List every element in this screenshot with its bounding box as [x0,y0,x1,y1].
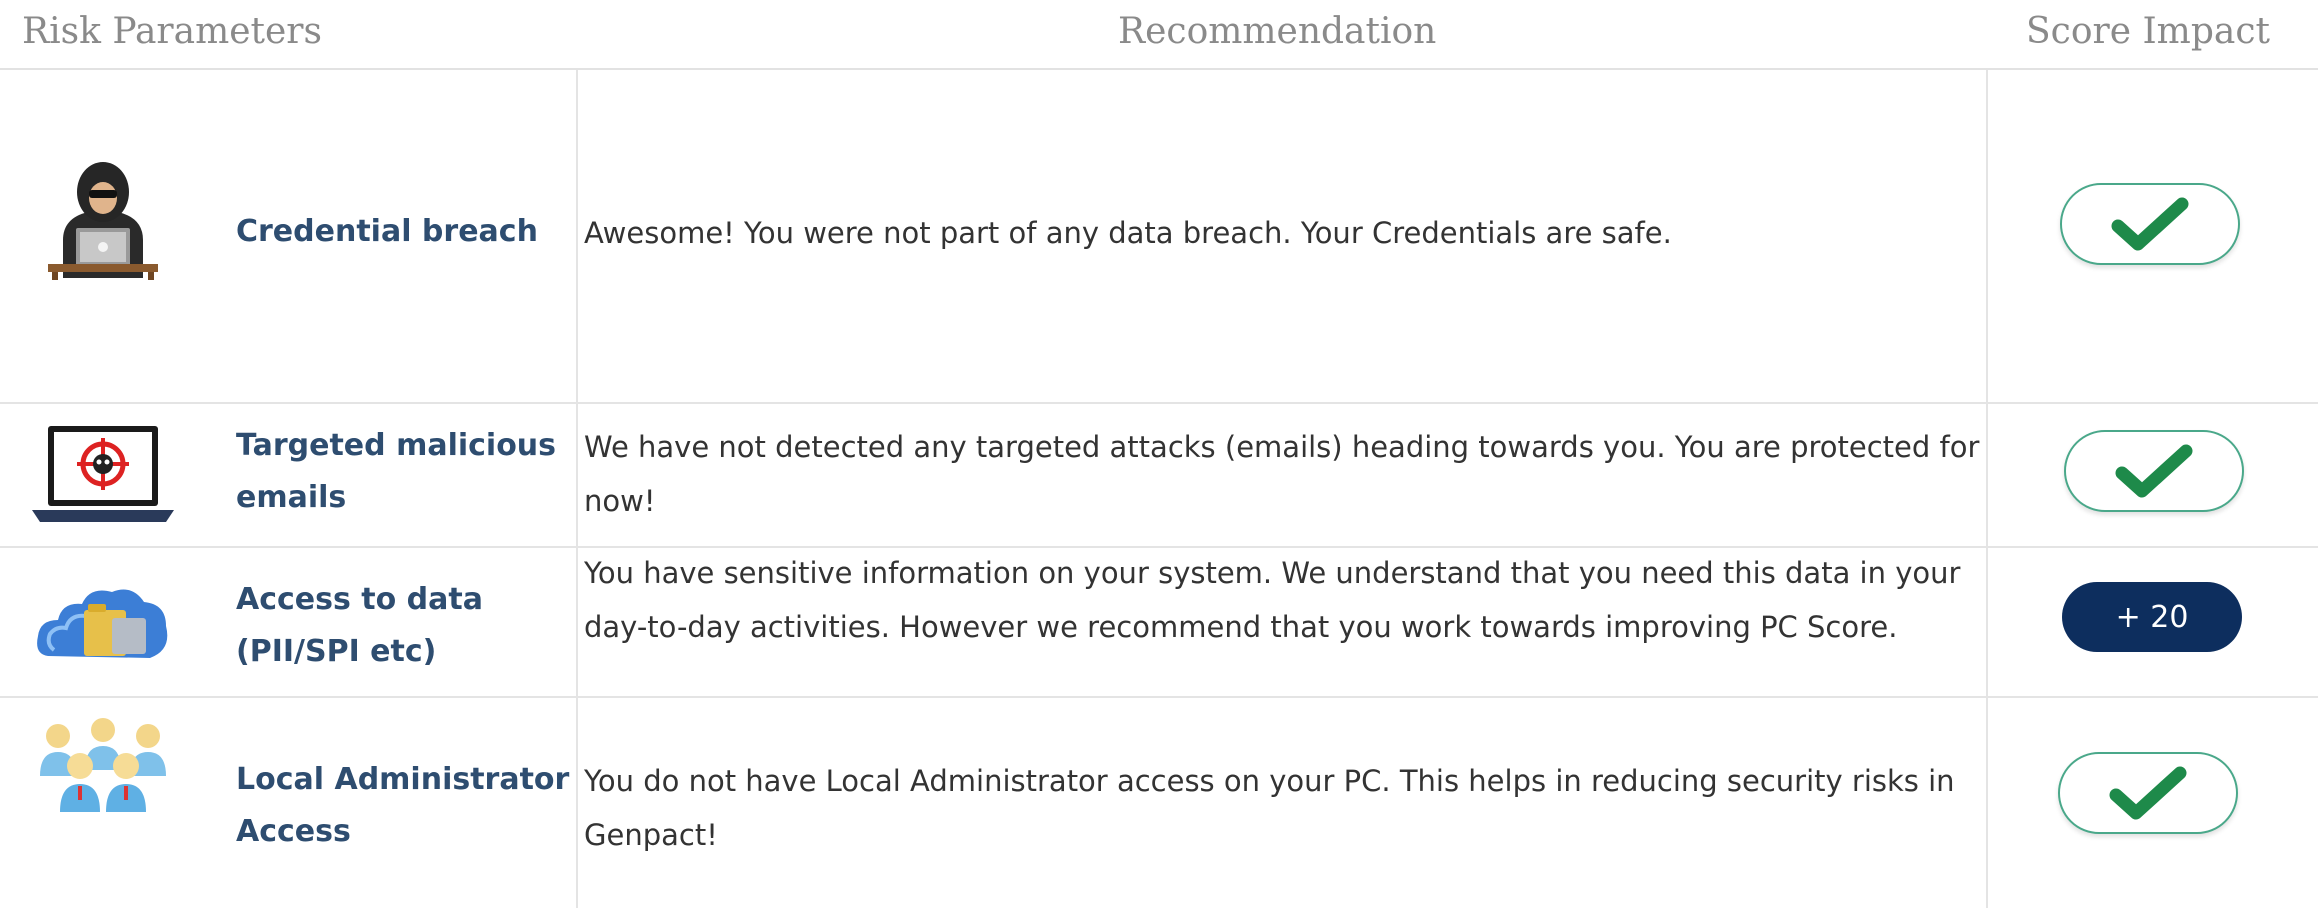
data-folders-icon [28,564,178,684]
parameter-label: Local Administrator Access [236,762,570,849]
parameter-label: Access to data (PII/SPI etc) [236,582,483,669]
score-check-button[interactable] [2058,752,2238,834]
risk-parameters-table: Risk Parameters Recommendation Score Imp… [0,0,2318,908]
score-impact-badge[interactable]: + 20 [2062,582,2242,652]
table-row: Credential breach Awesome! You were not … [0,70,2318,404]
recommendation-text: You do not have Local Administrator acce… [584,764,1955,852]
checkmark-icon [2111,197,2189,251]
score-check-button[interactable] [2060,183,2240,265]
table-row: Access to data (PII/SPI etc) You have se… [0,548,2318,698]
recommendation-text: You have sensitive information on your s… [584,556,1961,644]
recommendation-text: Awesome! You were not part of any data b… [584,216,1672,250]
recommendation-text: We have not detected any targeted attack… [584,430,1980,518]
table-row: Local Administrator Access You do not ha… [0,698,2318,908]
parameter-label: Targeted malicious emails [236,428,557,515]
header-score-impact: Score Impact [2026,11,2270,52]
table-header: Risk Parameters Recommendation Score Imp… [0,0,2318,70]
score-check-button[interactable] [2064,430,2244,512]
malicious-email-laptop-icon [28,418,178,538]
checkmark-icon [2115,444,2193,498]
user-group-icon [28,714,178,834]
table-row: Targeted malicious emails We have not de… [0,404,2318,548]
parameter-label: Credential breach [236,214,538,249]
hacker-icon [28,160,178,280]
header-recommendation: Recommendation [1118,11,1437,52]
checkmark-icon [2109,766,2187,820]
header-risk-parameters: Risk Parameters [22,11,322,52]
